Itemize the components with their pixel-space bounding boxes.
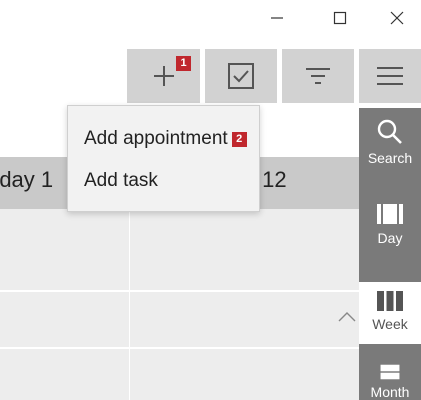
close-button[interactable] xyxy=(368,0,421,36)
add-button-badge: 1 xyxy=(176,56,191,71)
column-divider xyxy=(129,209,130,400)
minimize-icon xyxy=(271,17,283,19)
scroll-up-chevron-icon[interactable] xyxy=(337,307,357,327)
menu-item-add-appointment[interactable]: Add appointment 2 xyxy=(84,128,247,150)
filter-button[interactable] xyxy=(282,49,354,103)
sidebar-item-week[interactable]: Week xyxy=(359,282,421,344)
sidebar-item-label: Week xyxy=(372,316,408,332)
day-view-icon xyxy=(377,204,403,224)
menu-item-label: Add appointment xyxy=(84,128,228,149)
minimize-button[interactable] xyxy=(248,0,306,36)
plus-icon xyxy=(153,66,174,86)
add-dropdown-menu: Add appointment 2 Add task xyxy=(67,105,260,212)
sidebar-item-search[interactable]: Search xyxy=(359,118,421,190)
sidebar-item-label: Month xyxy=(370,384,410,400)
sidebar-item-month[interactable]: Month xyxy=(359,352,421,400)
view-switcher-sidebar: Search Day Week Month xyxy=(359,108,421,400)
add-button[interactable]: 1 xyxy=(127,49,200,103)
maximize-icon xyxy=(333,11,347,25)
week-view-icon xyxy=(377,291,403,311)
menu-button[interactable] xyxy=(359,49,421,103)
tasks-button[interactable] xyxy=(205,49,277,103)
maximize-button[interactable] xyxy=(311,0,369,36)
time-slot-divider xyxy=(0,347,359,349)
hamburger-icon xyxy=(377,67,403,85)
filter-icon xyxy=(306,68,330,84)
close-icon xyxy=(390,11,404,25)
sidebar-item-day[interactable]: Day xyxy=(359,202,421,274)
checkbox-icon xyxy=(228,63,254,89)
menu-item-badge: 2 xyxy=(231,131,247,147)
search-icon xyxy=(377,119,402,144)
menu-item-add-task[interactable]: Add task xyxy=(84,170,158,192)
time-slot-divider xyxy=(0,290,359,292)
column-header-day-1[interactable]: rday 1 xyxy=(0,167,53,193)
sidebar-item-label: Search xyxy=(367,150,413,166)
sidebar-item-label: Day xyxy=(377,230,403,246)
month-view-icon xyxy=(380,364,400,380)
menu-item-label: Add task xyxy=(84,170,158,191)
